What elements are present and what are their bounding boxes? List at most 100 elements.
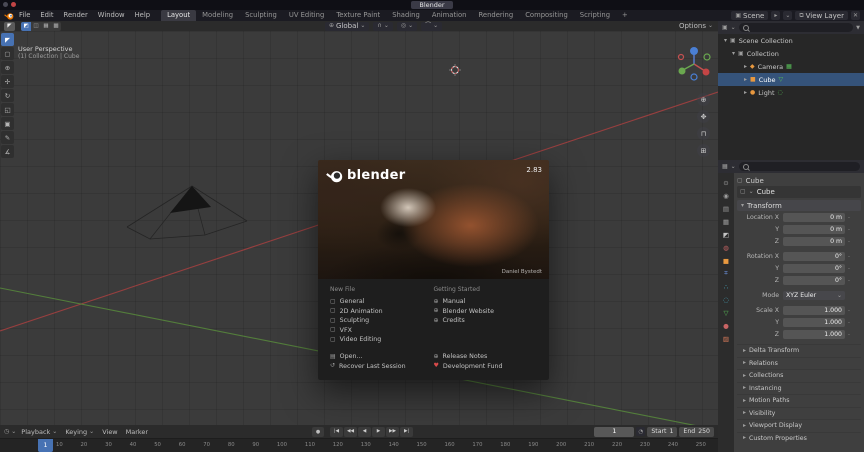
start-frame-field[interactable]: Start 1	[647, 426, 678, 437]
properties-tab[interactable]: ▤	[719, 202, 734, 215]
getting-started-item[interactable]: Blender Website	[434, 307, 538, 317]
chevron-down-icon[interactable]	[11, 429, 16, 435]
animate-dot-icon[interactable]: ·	[845, 277, 853, 285]
keying-menu[interactable]: Keying	[62, 428, 97, 436]
new-file-item[interactable]: VFX	[330, 326, 434, 336]
outliner-row-collection[interactable]: Collection	[718, 47, 864, 60]
menu-item[interactable]: File	[14, 11, 35, 19]
toolbar-tool-button[interactable]: ◤	[1, 33, 14, 46]
select-mode-box-icon[interactable]: ◫	[31, 21, 41, 31]
rotation-z-field[interactable]: 0°	[783, 276, 845, 285]
location-x-field[interactable]: 0 m	[783, 213, 845, 222]
workspace-tab[interactable]: Scripting	[574, 10, 616, 21]
properties-tab[interactable]: ◍	[719, 241, 734, 254]
workspace-tab[interactable]: Sculpting	[239, 10, 283, 21]
zoom-icon[interactable]: ⊕	[697, 93, 710, 106]
proportional-edit-dropdown[interactable]	[396, 21, 418, 31]
workspace-tab[interactable]: Layout	[161, 10, 197, 21]
outliner-row-cube[interactable]: Cube	[718, 73, 864, 86]
outliner-row-scene-collection[interactable]: Scene Collection	[718, 34, 864, 47]
toolbar-tool-button[interactable]: ⊕	[1, 61, 14, 74]
properties-tab[interactable]: ▽	[719, 306, 734, 319]
falloff-dropdown[interactable]	[421, 21, 443, 31]
blender-logo-icon[interactable]	[4, 12, 14, 20]
getting-started-item[interactable]: Manual	[434, 297, 538, 307]
remove-view-layer-button[interactable]	[851, 11, 860, 20]
chevron-down-icon[interactable]	[731, 164, 736, 170]
location-z-field[interactable]: 0 m	[783, 237, 845, 246]
properties-section-header[interactable]: Relations	[737, 356, 861, 370]
snapping-dropdown[interactable]	[373, 21, 393, 31]
end-frame-field[interactable]: End 250	[679, 426, 714, 437]
current-frame-field[interactable]: 1	[594, 426, 635, 437]
cone-object[interactable]	[126, 185, 248, 240]
properties-tab[interactable]: ⌗	[719, 267, 734, 280]
gizmo-x-axis[interactable]	[702, 68, 710, 76]
workspace-tab[interactable]: Compositing	[519, 10, 574, 21]
transport-button[interactable]: ◀	[358, 426, 371, 437]
toolbar-tool-button[interactable]: ✎	[1, 131, 14, 144]
options-button[interactable]: Options	[679, 21, 713, 31]
rotation-y-field[interactable]: 0°	[783, 264, 845, 273]
camera-view-icon[interactable]: ⊓	[697, 127, 710, 140]
transform-section-header[interactable]: Transform	[737, 200, 861, 211]
menu-item[interactable]: Render	[59, 11, 93, 19]
outliner-row-camera[interactable]: Camera	[718, 60, 864, 73]
toolbar-tool-button[interactable]: ↻	[1, 89, 14, 102]
animate-dot-icon[interactable]: ·	[845, 319, 853, 327]
view-menu[interactable]: View	[99, 428, 120, 436]
properties-tab[interactable]: ◌	[719, 293, 734, 306]
animate-dot-icon[interactable]: ·	[845, 214, 853, 222]
select-mode-lasso-icon[interactable]: ▩	[51, 21, 61, 31]
workspace-tab[interactable]: Animation	[426, 10, 473, 21]
timeline-ruler[interactable]: 10 20 30 40 50 60 70 80 90 100 110 120 130 140 150 160 1…	[0, 438, 718, 452]
properties-tab[interactable]: ●	[719, 319, 734, 332]
outliner-search-input[interactable]	[738, 23, 854, 32]
playback-menu[interactable]: Playback	[18, 428, 60, 436]
scene-selector[interactable]: Scene	[731, 11, 769, 20]
animate-dot-icon[interactable]: ·	[845, 226, 853, 234]
expand-icon[interactable]	[724, 38, 727, 44]
scene-options-button[interactable]	[783, 11, 793, 20]
view-layer-selector[interactable]: View Layer	[795, 11, 848, 20]
workspace-tab[interactable]: +	[616, 10, 634, 21]
properties-tab[interactable]: ◉	[719, 189, 734, 202]
getting-started-item[interactable]: Credits	[434, 316, 538, 326]
toolbar-tool-button[interactable]: ∡	[1, 145, 14, 158]
properties-editor-icon[interactable]	[722, 164, 728, 170]
gizmo-z-neg[interactable]	[690, 73, 698, 81]
active-tool-button[interactable]: ◤	[4, 21, 15, 31]
properties-section-header[interactable]: Viewport Display	[737, 419, 861, 432]
toolbar-tool-button[interactable]: ◱	[1, 103, 14, 116]
recover-session-item[interactable]: Recover Last Session	[330, 362, 434, 372]
auto-keyframe-button[interactable]: ●	[312, 426, 324, 437]
object-name-row[interactable]: Cube	[737, 186, 861, 198]
toolbar-tool-button[interactable]: ▣	[1, 117, 14, 130]
properties-tab[interactable]: ⊙	[719, 176, 734, 189]
properties-section-header[interactable]: Motion Paths	[737, 394, 861, 407]
preview-range-icon[interactable]: ◔	[636, 427, 646, 436]
animate-dot-icon[interactable]: ·	[845, 331, 853, 339]
toolbar-tool-button[interactable]: ✢	[1, 75, 14, 88]
workspace-tab[interactable]: UV Editing	[283, 10, 330, 21]
outliner-display-mode-icon[interactable]	[722, 25, 728, 31]
menu-item[interactable]: Help	[130, 11, 156, 19]
workspace-tab[interactable]: Modeling	[196, 10, 239, 21]
new-scene-button[interactable]	[771, 11, 781, 20]
chevron-down-icon[interactable]	[731, 25, 736, 31]
scale-z-field[interactable]: 1.000	[783, 330, 845, 339]
gizmo-x-neg[interactable]	[677, 53, 685, 61]
new-file-item[interactable]: Video Editing	[330, 335, 434, 345]
gizmo-z-axis[interactable]	[690, 47, 698, 55]
transport-button[interactable]: ◀◀	[344, 426, 357, 437]
transport-button[interactable]: ▶▶	[386, 426, 399, 437]
menu-item[interactable]: Edit	[35, 11, 58, 19]
rotation-x-field[interactable]: 0°	[783, 252, 845, 261]
properties-tab[interactable]: ∴	[719, 280, 734, 293]
properties-tab[interactable]: ▨	[719, 332, 734, 345]
select-mode-tweak-icon[interactable]: ◩	[21, 21, 31, 31]
new-file-item[interactable]: Sculpting	[330, 316, 434, 326]
playhead[interactable]: 1	[38, 439, 53, 452]
timeline-editor-icon[interactable]	[4, 429, 9, 435]
new-file-item[interactable]: General	[330, 297, 434, 307]
